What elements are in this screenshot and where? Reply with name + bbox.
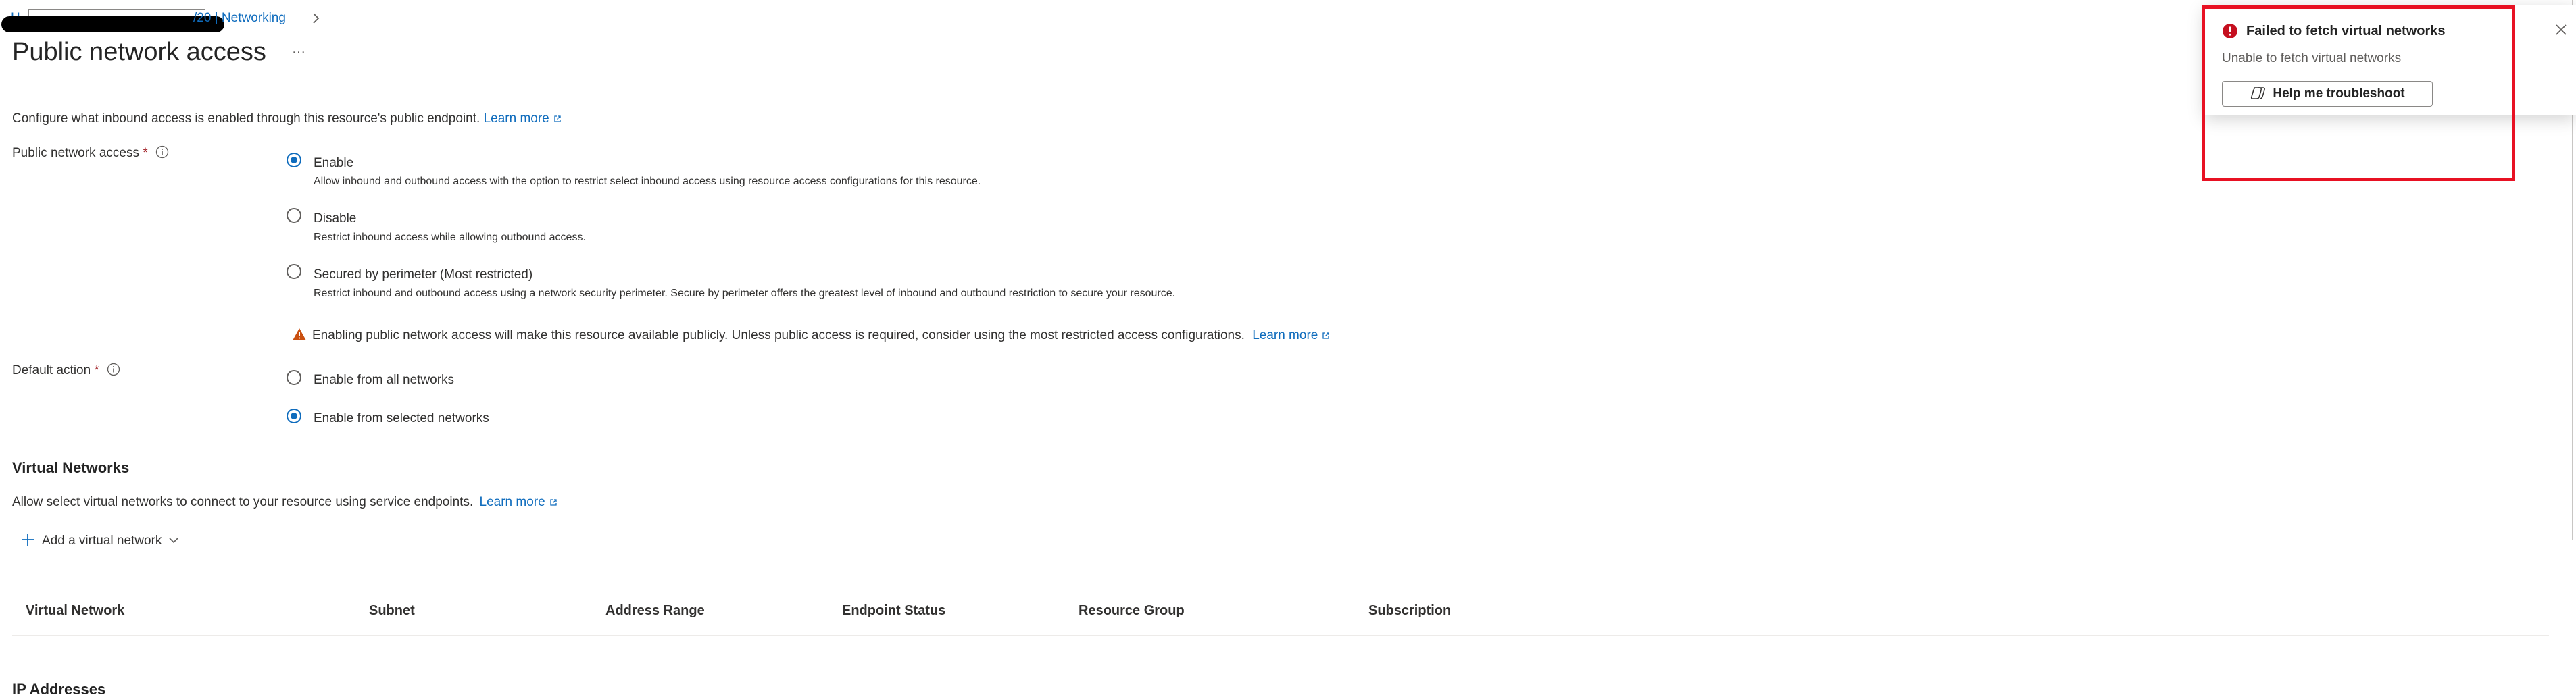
col-address-range[interactable]: Address Range	[605, 603, 705, 619]
radio-enable[interactable]	[287, 153, 301, 167]
chevron-down-icon	[169, 538, 178, 544]
chevron-right-icon	[311, 12, 320, 28]
radio-disable[interactable]	[287, 208, 301, 223]
option-disable-title[interactable]: Disable	[314, 211, 356, 226]
plus-icon	[22, 534, 34, 546]
add-virtual-network-button[interactable]: Add a virtual network	[20, 532, 179, 550]
ip-addresses-heading: IP Addresses	[12, 681, 106, 698]
option-perimeter-desc: Restrict inbound and outbound access usi…	[314, 288, 1176, 299]
default-action-label: Default action *	[12, 363, 120, 378]
page-title: Public network access	[12, 38, 266, 66]
public-access-label: Public network access *	[12, 145, 169, 161]
option-disable-desc: Restrict inbound access while allowing o…	[314, 232, 586, 243]
notification-message: Unable to fetch virtual networks	[2222, 51, 2402, 66]
option-enable-title[interactable]: Enable	[314, 156, 353, 171]
virtual-networks-desc: Allow select virtual networks to connect…	[12, 495, 474, 509]
option-enable-desc: Allow inbound and outbound access with t…	[314, 176, 981, 187]
intro-text: Configure what inbound access is enabled…	[12, 111, 480, 126]
radio-enable-all-networks[interactable]	[287, 370, 301, 385]
col-resource-group[interactable]: Resource Group	[1079, 603, 1185, 619]
warning-icon	[293, 328, 306, 340]
add-virtual-network-label: Add a virtual network	[42, 534, 162, 548]
external-link-icon	[550, 499, 557, 506]
breadcrumb-resource-link[interactable]: /20 | Networking	[193, 11, 286, 26]
warning-text: Enabling public network access will make…	[312, 328, 1245, 342]
virtual-networks-learn-more-link[interactable]: Learn more	[480, 495, 558, 509]
help-me-troubleshoot-button[interactable]: Help me troubleshoot	[2222, 81, 2433, 107]
intro-learn-more-link[interactable]: Learn more	[484, 111, 562, 126]
option-perimeter-title[interactable]: Secured by perimeter (Most restricted)	[314, 267, 532, 282]
redaction-bar	[1, 16, 224, 32]
more-actions-button[interactable]: ···	[292, 45, 305, 60]
col-virtual-network[interactable]: Virtual Network	[26, 603, 124, 619]
notification-title: Failed to fetch virtual networks	[2246, 24, 2446, 38]
virtual-networks-heading: Virtual Networks	[12, 459, 130, 476]
info-icon[interactable]	[107, 363, 120, 376]
option-all-networks-title[interactable]: Enable from all networks	[314, 373, 454, 388]
required-marker: *	[94, 363, 99, 378]
col-subnet[interactable]: Subnet	[369, 603, 415, 619]
error-icon	[2223, 24, 2237, 38]
close-icon[interactable]	[2554, 23, 2568, 40]
warning-message: Enabling public network access will make…	[292, 328, 1330, 343]
intro-text-row: Configure what inbound access is enabled…	[12, 111, 562, 126]
radio-enable-selected-networks[interactable]	[287, 409, 301, 423]
option-selected-networks-title[interactable]: Enable from selected networks	[314, 411, 489, 426]
help-button-label: Help me troubleshoot	[2273, 86, 2405, 101]
external-link-icon	[1322, 332, 1330, 339]
col-subscription[interactable]: Subscription	[1368, 603, 1451, 619]
required-marker: *	[143, 146, 148, 160]
col-endpoint-status[interactable]: Endpoint Status	[842, 603, 945, 619]
virtual-networks-desc-row: Allow select virtual networks to connect…	[12, 495, 558, 510]
breadcrumb: H /20 | Networking	[1, 9, 335, 32]
error-notification: Failed to fetch virtual networks Unable …	[2204, 5, 2576, 115]
copilot-icon	[2251, 87, 2266, 99]
radio-secured-by-perimeter[interactable]	[287, 264, 301, 279]
table-divider	[12, 635, 2549, 636]
info-icon[interactable]	[155, 145, 169, 159]
warning-learn-more-link[interactable]: Learn more	[1252, 328, 1330, 342]
external-link-icon	[554, 115, 561, 122]
